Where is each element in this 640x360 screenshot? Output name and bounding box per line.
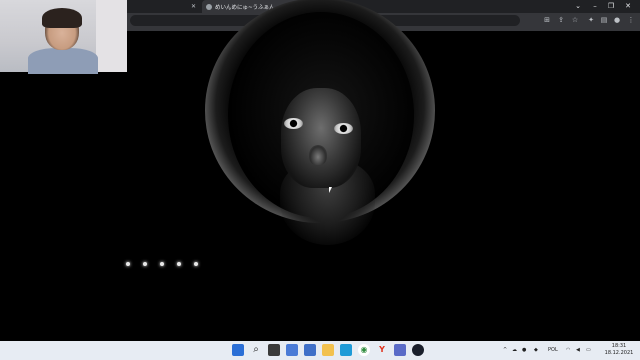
loading-dot [126, 262, 130, 266]
chrome-icon[interactable]: ◉ [358, 344, 370, 356]
star-icon[interactable]: ☆ [570, 13, 580, 28]
webcam-person-body [28, 48, 98, 74]
tray-app-icon[interactable]: ◆ [534, 341, 538, 360]
yandex-icon[interactable]: Y [376, 344, 388, 356]
translate-icon[interactable]: ⊞ [542, 13, 552, 28]
reading-list-icon[interactable]: ▤ [599, 13, 609, 28]
maximize-button[interactable]: ❐ [605, 0, 617, 13]
webcam-background-wall [96, 0, 127, 72]
webcam-person-hair [42, 8, 82, 28]
tab-close-icon[interactable]: ✕ [191, 3, 196, 10]
right-eye [334, 123, 353, 134]
nose-shadow [309, 145, 327, 165]
paint-icon[interactable] [394, 344, 406, 356]
left-eye [284, 118, 303, 129]
ghost-face-image [281, 88, 361, 188]
language-indicator[interactable]: POL [548, 341, 558, 360]
loading-dot [177, 262, 181, 266]
loading-dot [194, 262, 198, 266]
clock-time: 18:31 [611, 343, 627, 349]
wifi-icon[interactable]: ◠ [566, 341, 570, 360]
tab-search-icon[interactable]: ⌄ [572, 0, 584, 13]
file-explorer-icon[interactable] [304, 344, 316, 356]
battery-icon[interactable]: ▭ [586, 341, 591, 360]
webcam-overlay [0, 0, 127, 74]
close-window-button[interactable]: ✕ [622, 0, 634, 13]
clock-date: 18.12.2021 [604, 350, 634, 356]
menu-icon[interactable]: ⋮ [626, 13, 636, 28]
extensions-icon[interactable]: ✦ [586, 13, 596, 28]
windows-taskbar [0, 341, 640, 360]
volume-icon[interactable]: ◀ [576, 341, 580, 360]
profile-icon[interactable]: ● [612, 13, 622, 28]
chat-icon[interactable] [286, 344, 298, 356]
loading-dot [143, 262, 147, 266]
folder-icon[interactable] [322, 344, 334, 356]
steam-icon[interactable] [412, 344, 424, 356]
search-icon[interactable]: ⌕ [250, 344, 262, 356]
loading-dot [160, 262, 164, 266]
widgets-icon[interactable] [268, 344, 280, 356]
globe-icon [206, 3, 212, 10]
tray-app-icon[interactable]: ● [522, 341, 526, 360]
tray-chevron-icon[interactable]: ^ [503, 341, 507, 360]
taskbar-clock[interactable]: 18:31 18.12.2021 [603, 343, 635, 357]
onedrive-icon[interactable]: ☁ [512, 341, 517, 360]
share-icon[interactable]: ⇪ [556, 13, 566, 28]
windows-start-icon[interactable] [232, 344, 244, 356]
mouse-cursor-icon [329, 187, 332, 193]
edge-icon[interactable] [340, 344, 352, 356]
loading-dots [126, 262, 198, 266]
minimize-button[interactable]: – [589, 0, 601, 13]
